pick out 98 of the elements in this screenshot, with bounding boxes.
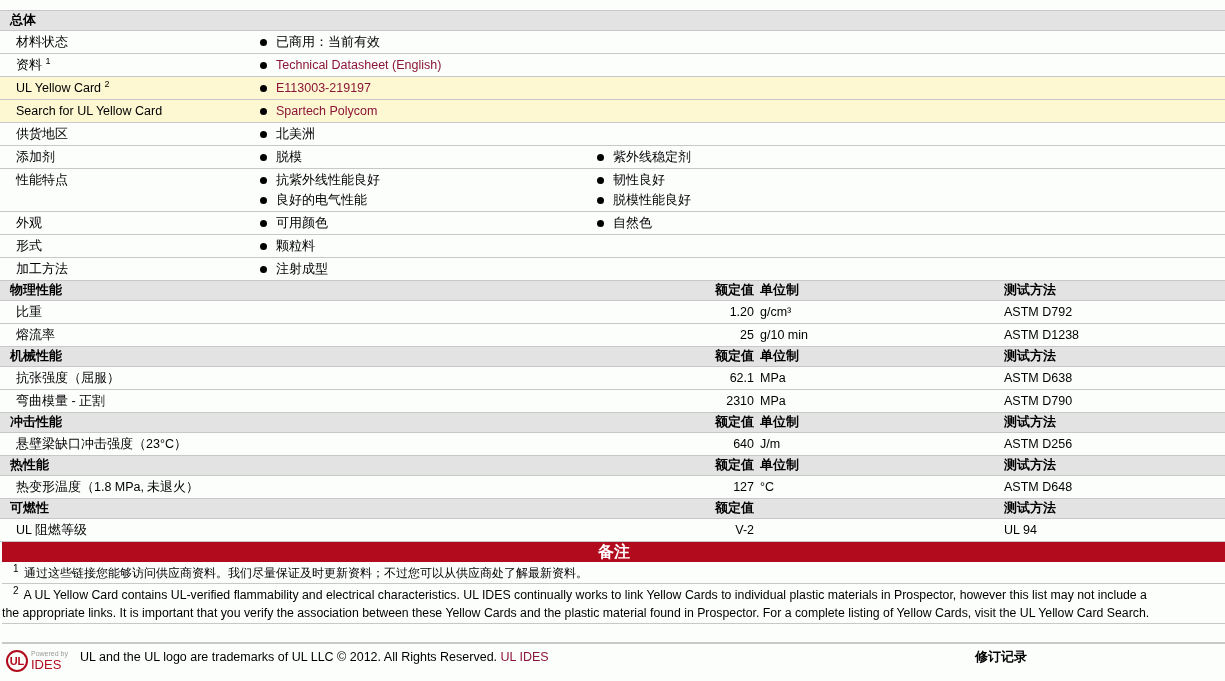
bullet-icon <box>597 196 604 204</box>
test-method: ASTM D638 <box>1004 370 1074 387</box>
unit-text: J/m <box>759 436 782 453</box>
row-label: 外观 <box>15 215 43 232</box>
bullet-icon <box>260 38 267 46</box>
bullet-icon <box>260 219 267 227</box>
test-method: ASTM D792 <box>1004 304 1074 321</box>
property-value: 自然色 <box>613 215 652 232</box>
ul-ides-link[interactable]: UL IDES <box>500 650 549 664</box>
property-value: 25 <box>739 327 754 344</box>
property-value: 2310 <box>725 393 754 410</box>
column-heading: 测试方法 <box>1004 499 1057 517</box>
trademark-notice: UL and the UL logo are trademarks of UL LLC © 2012. All Rights Reserved. UL IDES <box>80 650 550 664</box>
property-value: 640 <box>732 436 754 453</box>
bullet-icon <box>260 61 267 69</box>
unit-text: g/10 min <box>759 327 809 344</box>
datasheet-link[interactable]: Spartech Polycom <box>276 101 378 121</box>
bullet-icon <box>260 176 267 184</box>
section-heading: 机械性能 <box>8 348 63 365</box>
property-name: 悬壁梁缺口冲击强度（23°C） <box>15 436 188 453</box>
property-value: 已商用：当前有效 <box>276 34 380 51</box>
row-label: 资料 $^{1}$ <box>15 55 52 74</box>
property-name: 熔流率 <box>15 327 56 344</box>
property-name: 比重 <box>15 304 43 321</box>
test-method: UL 94 <box>1004 522 1038 539</box>
section-heading: 可燃性 <box>9 500 50 517</box>
row-label: 材料状态 <box>15 34 69 51</box>
column-heading: 单位制 <box>759 282 800 299</box>
property-value: 1.20 <box>728 304 754 321</box>
row-label: 添加剂 <box>15 149 56 166</box>
property-value: 抗紫外线性能良好 <box>276 172 380 189</box>
test-method: ASTM D1238 <box>1004 327 1081 344</box>
note-text: A UL Yellow Card contains UL-verified flammability and electrical characteristics. UL IDES continually works to link Yellow Cards to individual plastic materials in Prospector, however this list may not include a <box>23 588 1147 602</box>
column-heading: 单位制 <box>759 348 800 365</box>
column-heading: 单位制 <box>759 457 800 474</box>
column-heading: 额定值 <box>714 282 754 299</box>
note-text: 通过这些链接您能够访问供应商资料。我们尽量保证及时更新资料；不过您可以从供应商处了解最新资料。 <box>23 566 588 580</box>
bullet-icon <box>597 219 604 227</box>
property-value: 紫外线稳定剂 <box>613 149 691 166</box>
bullet-icon <box>260 196 267 204</box>
row-label: 性能特点 <box>15 172 69 189</box>
test-method: ASTM D790 <box>1004 393 1074 410</box>
row-label: 供货地区 <box>15 126 69 143</box>
datasheet-link[interactable]: Technical Datasheet (English) <box>276 55 442 75</box>
note-text: the appropriate links. It is important that you verify the association between these Yellow Cards and the plastic material found in Prospector. For a complete listing of Yellow Cards, visit the UL Yellow Card Search. <box>2 606 1150 620</box>
column-heading: 测试方法 <box>1004 281 1057 299</box>
property-value: V-2 <box>734 522 754 539</box>
row-label: Search for UL Yellow Card <box>15 103 164 120</box>
datasheet-link[interactable]: E113003-219197 <box>276 78 371 98</box>
property-value: 62.1 <box>728 370 754 387</box>
unit-text: MPa <box>759 393 787 410</box>
unit-text: g/cm³ <box>759 304 793 321</box>
column-heading: 额定值 <box>714 348 754 365</box>
section-heading: 冲击性能 <box>9 414 63 431</box>
row-label: 形式 <box>15 238 43 255</box>
property-value: 良好的电气性能 <box>276 192 367 209</box>
bullet-icon <box>597 176 604 184</box>
column-heading: 测试方法 <box>1004 456 1057 474</box>
bullet-icon <box>260 84 267 92</box>
row-label: 加工方法 <box>15 261 69 278</box>
property-name: 弯曲模量 - 正割 <box>15 393 107 410</box>
test-method: ASTM D648 <box>1004 479 1074 496</box>
property-value: 颗粒料 <box>276 238 315 255</box>
property-name: 热变形温度（1.8 MPa, 未退火） <box>15 479 201 496</box>
property-name: 抗张强度（屈服） <box>15 370 121 387</box>
bullet-icon <box>260 107 267 115</box>
unit-text: MPa <box>759 370 787 387</box>
property-value: 脱模 <box>276 149 302 166</box>
column-heading: 单位制 <box>759 414 800 431</box>
section-heading: 物理性能 <box>9 282 63 299</box>
test-method: ASTM D256 <box>1004 436 1074 453</box>
property-value: 韧性良好 <box>613 172 665 189</box>
section-heading: 总体 <box>0 11 1225 31</box>
column-heading: 额定值 <box>714 457 754 474</box>
bullet-icon <box>260 153 267 161</box>
revision-heading: 修订记录 <box>975 650 1027 664</box>
row-label: UL Yellow Card $^{2}$ <box>15 78 111 97</box>
bullet-icon <box>597 153 604 161</box>
bullet-icon <box>260 130 267 138</box>
column-heading: 额定值 <box>714 500 754 517</box>
property-name: UL 阻燃等级 <box>15 522 88 539</box>
column-heading: 额定值 <box>714 414 754 431</box>
footnote-mark: 1 <box>13 562 19 574</box>
property-value: 北美洲 <box>276 126 315 143</box>
notes-banner: 备注 <box>2 542 1225 562</box>
column-heading: 测试方法 <box>1004 413 1057 431</box>
section-heading: 热性能 <box>9 457 50 474</box>
property-value: 注射成型 <box>276 261 328 278</box>
property-value: 127 <box>732 479 754 496</box>
bullet-icon <box>260 242 267 250</box>
ul-mark: UL <box>6 650 28 672</box>
property-value: 脱模性能良好 <box>613 192 691 209</box>
column-heading: 测试方法 <box>1004 347 1057 365</box>
logo-brand: IDES <box>31 658 62 672</box>
property-value: 可用颜色 <box>276 215 328 232</box>
bullet-icon <box>260 265 267 273</box>
footnote-mark: 2 <box>13 584 19 596</box>
unit-text: °C <box>759 479 776 496</box>
